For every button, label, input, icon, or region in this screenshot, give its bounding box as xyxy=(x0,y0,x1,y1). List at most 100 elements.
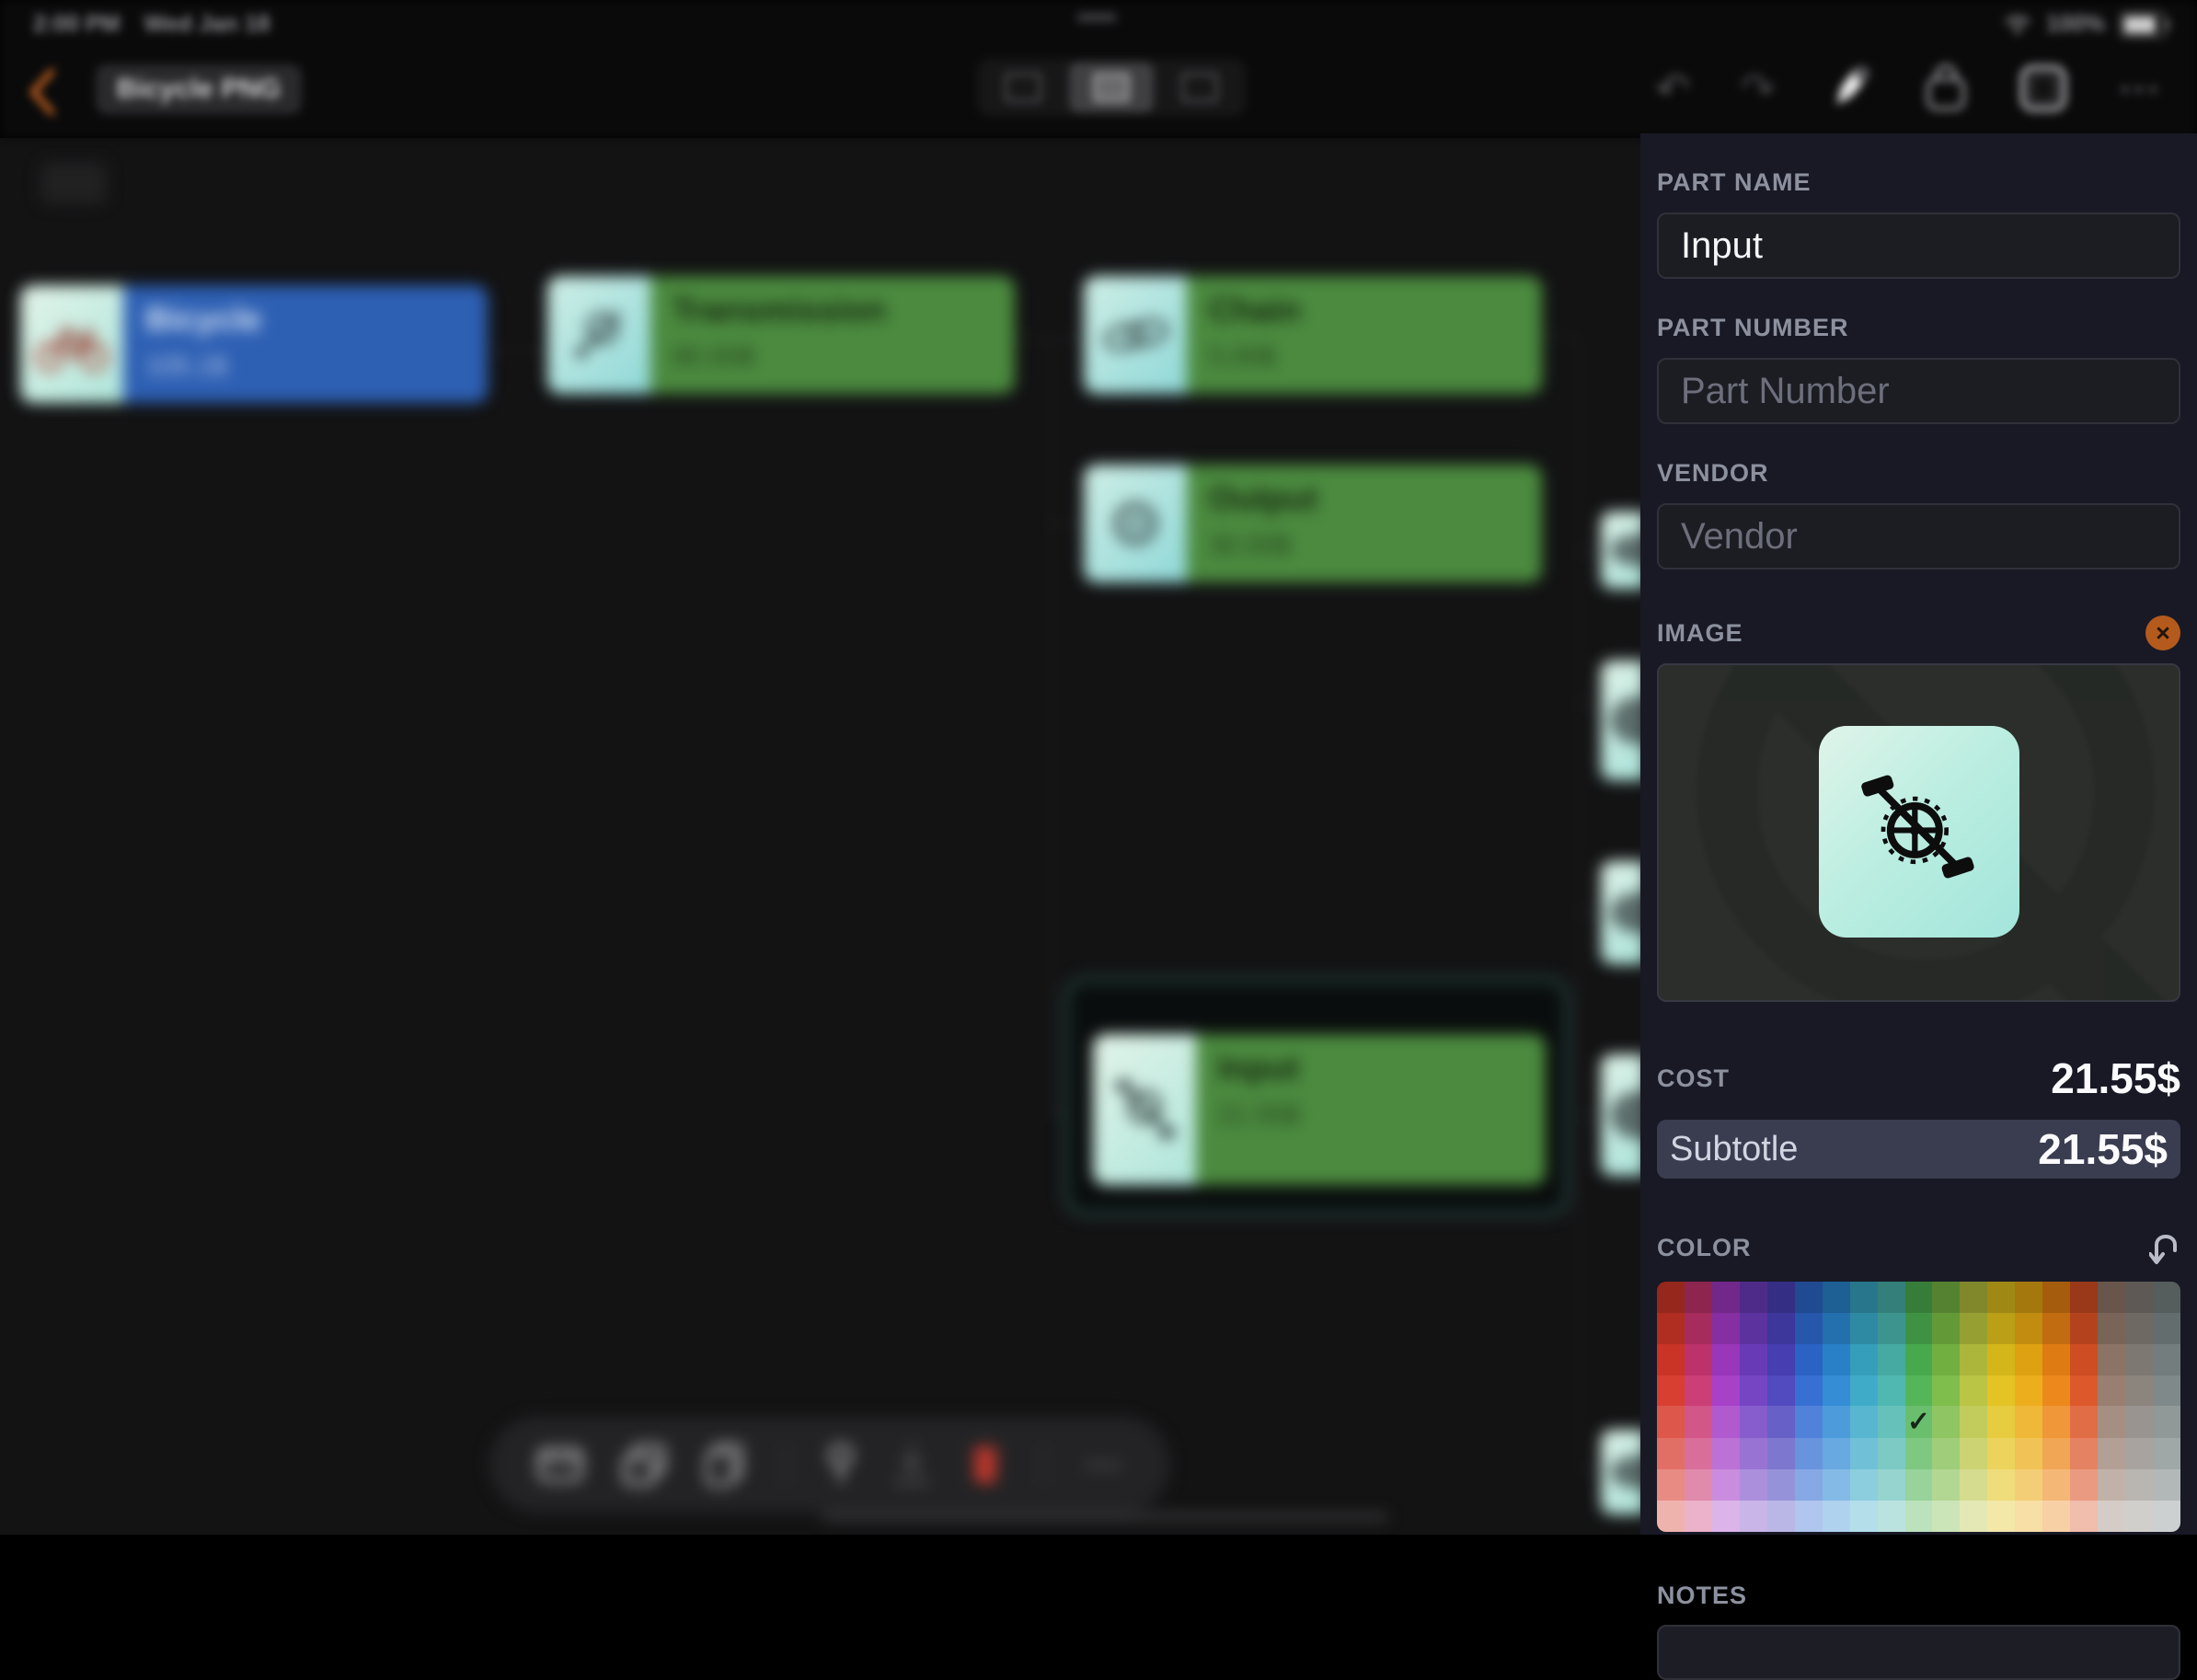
color-swatch[interactable] xyxy=(1960,1375,1987,1407)
color-swatch[interactable] xyxy=(1823,1501,1850,1532)
color-swatch[interactable] xyxy=(1795,1344,1823,1375)
redo-icon[interactable]: ↷ xyxy=(1740,61,1776,116)
color-swatch[interactable] xyxy=(1685,1406,1712,1438)
toolbar-more-icon[interactable]: ⋯ xyxy=(1085,1437,1122,1492)
part-card-bicycle[interactable]: Bicycle 105.1$ xyxy=(20,285,488,403)
color-swatch[interactable] xyxy=(1740,1469,1767,1501)
color-swatch[interactable] xyxy=(1987,1313,2015,1344)
part-card-input-selected[interactable]: Input 21.55$ xyxy=(1093,1034,1546,1185)
color-swatch[interactable] xyxy=(1987,1406,2015,1438)
color-swatch[interactable] xyxy=(2015,1501,2042,1532)
color-swatch[interactable] xyxy=(1740,1438,1767,1469)
color-swatch[interactable] xyxy=(1932,1501,1960,1532)
part-card-chain[interactable]: Chain 5.00$ xyxy=(1084,276,1542,394)
reset-color-icon[interactable] xyxy=(2149,1228,2180,1267)
part-number-input[interactable] xyxy=(1657,358,2180,424)
color-swatch[interactable] xyxy=(1685,1375,1712,1407)
document-title-button[interactable]: Bicycle PNG xyxy=(96,64,302,114)
color-swatch[interactable] xyxy=(1932,1282,1960,1313)
color-swatch[interactable] xyxy=(2015,1375,2042,1407)
color-swatch[interactable] xyxy=(1850,1313,1878,1344)
color-swatch[interactable] xyxy=(2042,1313,2070,1344)
color-swatch[interactable] xyxy=(1712,1313,1740,1344)
color-swatch[interactable] xyxy=(1657,1344,1685,1375)
color-swatch[interactable] xyxy=(1712,1438,1740,1469)
color-swatch[interactable] xyxy=(1850,1469,1878,1501)
partial-card-thumbnail[interactable] xyxy=(1601,1430,1645,1514)
view-mode-segmented-control[interactable] xyxy=(977,59,1246,116)
color-swatch[interactable] xyxy=(2125,1501,2153,1532)
color-swatch[interactable] xyxy=(1767,1469,1795,1501)
color-swatch[interactable] xyxy=(2042,1344,2070,1375)
color-swatch[interactable] xyxy=(2153,1438,2180,1469)
color-swatch[interactable] xyxy=(1685,1313,1712,1344)
color-swatch[interactable] xyxy=(2015,1406,2042,1438)
color-swatch[interactable] xyxy=(2042,1406,2070,1438)
color-swatch[interactable] xyxy=(2153,1469,2180,1501)
color-swatch[interactable] xyxy=(1932,1375,1960,1407)
color-swatch[interactable] xyxy=(1657,1313,1685,1344)
canvas-zoom-chip[interactable] xyxy=(40,162,107,204)
diagram-canvas[interactable]: Bicycle 105.1$ Transmission 80.00$ Chain… xyxy=(0,138,1645,1535)
color-swatch[interactable] xyxy=(1767,1313,1795,1344)
color-swatch[interactable] xyxy=(1823,1344,1850,1375)
color-swatch[interactable] xyxy=(1767,1375,1795,1407)
color-swatch[interactable] xyxy=(2153,1282,2180,1313)
pin-icon[interactable] xyxy=(827,1443,855,1487)
color-swatch[interactable] xyxy=(1795,1406,1823,1438)
color-swatch[interactable] xyxy=(1795,1375,1823,1407)
color-swatch[interactable] xyxy=(1740,1282,1767,1313)
color-swatch[interactable] xyxy=(2153,1375,2180,1407)
color-swatch[interactable] xyxy=(1685,1282,1712,1313)
color-swatch[interactable] xyxy=(2098,1344,2125,1375)
color-swatch[interactable] xyxy=(1878,1375,1905,1407)
color-swatch[interactable] xyxy=(1905,1344,1933,1375)
color-swatch[interactable] xyxy=(1657,1375,1685,1407)
color-swatch[interactable] xyxy=(1987,1438,2015,1469)
color-swatch[interactable] xyxy=(2070,1313,2098,1344)
color-swatch[interactable] xyxy=(1740,1313,1767,1344)
color-swatch[interactable] xyxy=(1823,1313,1850,1344)
color-swatch[interactable] xyxy=(1685,1344,1712,1375)
part-card-transmission[interactable]: Transmission 80.00$ xyxy=(547,276,1015,394)
color-swatch[interactable] xyxy=(2070,1375,2098,1407)
bag-icon[interactable] xyxy=(1923,63,1969,114)
delete-icon[interactable] xyxy=(969,1443,1002,1487)
color-swatch[interactable] xyxy=(1878,1282,1905,1313)
marker-pen-icon[interactable] xyxy=(1825,63,1873,114)
color-swatch[interactable] xyxy=(1960,1469,1987,1501)
color-swatch[interactable] xyxy=(1878,1313,1905,1344)
color-swatch[interactable] xyxy=(1712,1469,1740,1501)
vendor-input[interactable] xyxy=(1657,503,2180,570)
color-swatch[interactable] xyxy=(1685,1469,1712,1501)
color-swatch[interactable] xyxy=(1960,1501,1987,1532)
segment-list[interactable] xyxy=(981,63,1065,112)
color-swatch[interactable] xyxy=(2153,1313,2180,1344)
color-swatch[interactable] xyxy=(2042,1375,2070,1407)
color-swatch[interactable] xyxy=(2125,1313,2153,1344)
color-swatch[interactable] xyxy=(2070,1438,2098,1469)
color-swatch[interactable] xyxy=(1905,1501,1933,1532)
notes-input[interactable] xyxy=(1657,1625,2180,1680)
partial-card-thumbnail[interactable] xyxy=(1601,512,1645,589)
color-swatch[interactable] xyxy=(1960,1282,1987,1313)
frame-icon[interactable] xyxy=(2019,63,2068,113)
color-swatch[interactable] xyxy=(2015,1282,2042,1313)
color-swatch[interactable] xyxy=(1987,1469,2015,1501)
color-swatch[interactable] xyxy=(2098,1375,2125,1407)
color-swatch[interactable] xyxy=(2015,1344,2042,1375)
color-swatch[interactable] xyxy=(1657,1438,1685,1469)
color-swatch[interactable] xyxy=(1767,1282,1795,1313)
color-swatch[interactable] xyxy=(1712,1344,1740,1375)
color-swatch[interactable] xyxy=(2125,1375,2153,1407)
color-swatch[interactable] xyxy=(1712,1501,1740,1532)
color-swatch[interactable] xyxy=(1932,1438,1960,1469)
color-swatch[interactable] xyxy=(1795,1469,1823,1501)
color-swatch[interactable] xyxy=(1657,1501,1685,1532)
color-swatch[interactable] xyxy=(2125,1469,2153,1501)
color-swatch[interactable] xyxy=(2042,1469,2070,1501)
color-swatch[interactable] xyxy=(2070,1344,2098,1375)
add-part-icon[interactable] xyxy=(538,1446,582,1483)
color-swatch[interactable] xyxy=(1905,1375,1933,1407)
color-swatch[interactable] xyxy=(1905,1282,1933,1313)
